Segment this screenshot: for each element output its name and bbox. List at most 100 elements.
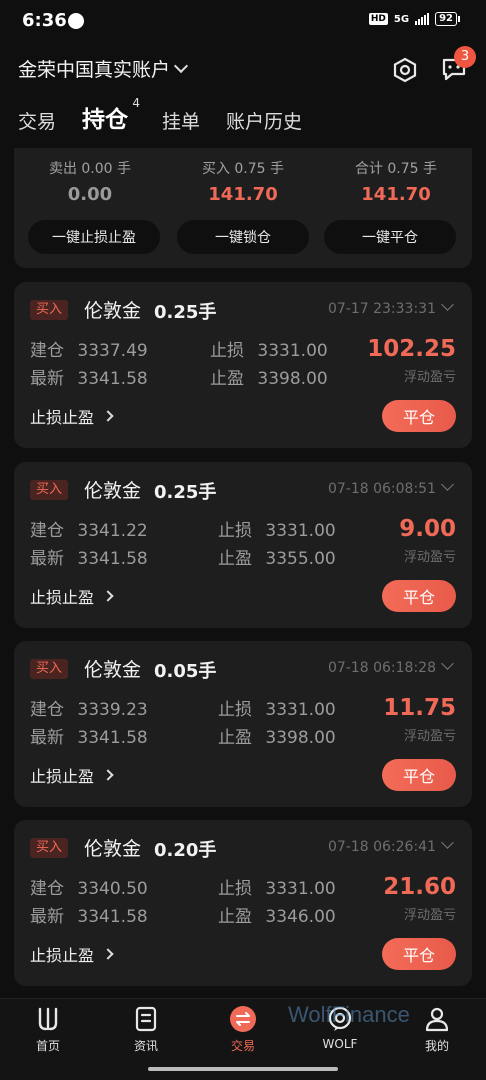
nav-trade[interactable]: 交易 bbox=[203, 1005, 283, 1054]
total-summary: 合计 0.75 手 141.70 bbox=[320, 158, 472, 205]
settings-hexagon-icon[interactable] bbox=[392, 57, 418, 83]
open-price: 3337.49 bbox=[77, 341, 148, 361]
chevron-down-icon[interactable] bbox=[441, 478, 454, 491]
latest-price: 3341.58 bbox=[77, 369, 148, 389]
nav-wolf-label: WOLF bbox=[322, 1037, 358, 1051]
floating-pnl-label: 浮动盈亏 bbox=[403, 729, 456, 744]
one-click-sltp-button[interactable]: 一键止损止盈 bbox=[28, 220, 160, 254]
message-badge: 3 bbox=[454, 46, 476, 68]
chevron-down-icon[interactable] bbox=[441, 657, 454, 670]
nav-news[interactable]: 资讯 bbox=[106, 1005, 186, 1054]
chevron-down-icon[interactable] bbox=[441, 298, 454, 311]
chevron-right-icon bbox=[102, 769, 114, 781]
trade-swap-icon bbox=[230, 1006, 256, 1032]
tp-label: 止盈 bbox=[210, 369, 244, 389]
close-position-button[interactable]: 平仓 bbox=[382, 938, 456, 970]
floating-pnl-label: 浮动盈亏 bbox=[403, 550, 456, 565]
take-profit-value: 3398.00 bbox=[265, 728, 336, 748]
close-position-button[interactable]: 平仓 bbox=[382, 759, 456, 791]
close-position-button[interactable]: 平仓 bbox=[382, 400, 456, 432]
tp-label: 止盈 bbox=[218, 549, 252, 569]
chevron-down-icon[interactable] bbox=[441, 836, 454, 849]
sltp-link-label: 止损止盈 bbox=[30, 588, 95, 607]
nav-news-label: 资讯 bbox=[133, 1039, 158, 1053]
account-selector[interactable]: 金荣中国真实账户 bbox=[18, 55, 189, 82]
position-time: 07-17 23:33:31 bbox=[327, 301, 436, 317]
latest-price-row: 最新 3341.58 bbox=[30, 364, 148, 389]
stop-loss-value: 3331.00 bbox=[265, 700, 336, 720]
buy-label: 买入 0.75 手 bbox=[201, 161, 285, 177]
sltp-link[interactable]: 止损止盈 bbox=[30, 942, 114, 966]
open-price: 3341.22 bbox=[77, 521, 148, 541]
latest-label: 最新 bbox=[30, 369, 64, 389]
nav-home[interactable]: 首页 bbox=[8, 1005, 88, 1054]
latest-price-row: 最新 3341.58 bbox=[30, 723, 148, 748]
latest-price-row: 最新 3341.58 bbox=[30, 902, 148, 927]
floating-pnl-value: 9.00 bbox=[399, 516, 456, 542]
home-logo-icon bbox=[38, 1007, 58, 1031]
chevron-right-icon bbox=[102, 590, 114, 602]
tab-positions[interactable]: 持仓 4 bbox=[82, 96, 140, 134]
symbol-name: 伦敦金 bbox=[84, 480, 142, 502]
total-label: 合计 0.75 手 bbox=[354, 161, 438, 177]
home-indicator[interactable] bbox=[148, 1067, 338, 1071]
status-indicators: HD 5G 92 bbox=[368, 12, 460, 26]
floating-pnl-value: 21.60 bbox=[383, 874, 456, 900]
stop-loss-value: 3331.00 bbox=[265, 521, 336, 541]
open-price-row: 建仓 3337.49 bbox=[30, 336, 148, 361]
account-title: 金荣中国真实账户 bbox=[18, 59, 171, 81]
tab-account-history[interactable]: 账户历史 bbox=[226, 107, 302, 134]
network-type: 5G bbox=[393, 13, 410, 25]
status-bar: 6:36 HD 5G 92 bbox=[0, 0, 486, 44]
sltp-link-label: 止损止盈 bbox=[30, 408, 95, 427]
position-card: 买入 伦敦金 0.20手 07-18 06:26:41 建仓 3340.50 最… bbox=[14, 820, 472, 986]
take-profit-row: 止盈 3346.00 bbox=[218, 902, 336, 927]
position-time: 07-18 06:26:41 bbox=[327, 839, 436, 855]
tab-trade[interactable]: 交易 bbox=[18, 107, 56, 134]
buy-summary: 买入 0.75 手 141.70 bbox=[167, 158, 319, 205]
take-profit-row: 止盈 3355.00 bbox=[218, 544, 336, 569]
stop-loss-row: 止损 3331.00 bbox=[218, 516, 336, 541]
latest-label: 最新 bbox=[30, 549, 64, 569]
stop-loss-value: 3331.00 bbox=[257, 341, 328, 361]
open-price-row: 建仓 3340.50 bbox=[30, 874, 148, 899]
sltp-link[interactable]: 止损止盈 bbox=[30, 763, 114, 787]
open-price-row: 建仓 3339.23 bbox=[30, 695, 148, 720]
sltp-link[interactable]: 止损止盈 bbox=[30, 584, 114, 608]
sell-value: 0.00 bbox=[67, 184, 113, 205]
side-badge: 买入 bbox=[30, 838, 69, 858]
stop-loss-row: 止损 3331.00 bbox=[210, 336, 328, 361]
position-card: 买入 伦敦金 0.25手 07-18 06:08:51 建仓 3341.22 最… bbox=[14, 462, 472, 628]
open-price-row: 建仓 3341.22 bbox=[30, 516, 148, 541]
stop-loss-value: 3331.00 bbox=[265, 879, 336, 899]
one-click-close-all-button[interactable]: 一键平仓 bbox=[324, 220, 456, 254]
hd-icon: HD bbox=[368, 13, 388, 25]
sl-label: 止损 bbox=[218, 521, 252, 541]
open-label: 建仓 bbox=[30, 521, 64, 541]
profile-icon bbox=[425, 1007, 449, 1032]
total-value: 141.70 bbox=[361, 184, 431, 205]
floating-pnl-value: 11.75 bbox=[383, 695, 456, 721]
stop-loss-row: 止损 3331.00 bbox=[218, 874, 336, 899]
take-profit-value: 3346.00 bbox=[265, 907, 336, 927]
latest-price: 3341.58 bbox=[77, 549, 148, 569]
battery-icon: 92 bbox=[435, 12, 460, 26]
stop-loss-row: 止损 3331.00 bbox=[218, 695, 336, 720]
news-icon bbox=[135, 1006, 157, 1032]
nav-home-label: 首页 bbox=[35, 1039, 60, 1053]
floating-pnl-label: 浮动盈亏 bbox=[403, 370, 456, 385]
open-label: 建仓 bbox=[30, 700, 64, 720]
take-profit-value: 3355.00 bbox=[265, 549, 336, 569]
sltp-link[interactable]: 止损止盈 bbox=[30, 404, 114, 428]
latest-label: 最新 bbox=[30, 907, 64, 927]
side-badge: 买入 bbox=[30, 480, 69, 500]
close-position-button[interactable]: 平仓 bbox=[382, 580, 456, 612]
position-time: 07-18 06:08:51 bbox=[327, 481, 436, 497]
one-click-lock-button[interactable]: 一键锁仓 bbox=[177, 220, 309, 254]
sltp-link-label: 止损止盈 bbox=[30, 767, 95, 786]
signal-icon bbox=[415, 13, 430, 25]
sell-summary: 卖出 0.00 手 0.00 bbox=[14, 158, 166, 205]
floating-pnl-label: 浮动盈亏 bbox=[403, 908, 456, 923]
watermark: WolfFinance bbox=[288, 1002, 410, 1027]
tab-pending-orders[interactable]: 挂单 bbox=[162, 107, 200, 134]
